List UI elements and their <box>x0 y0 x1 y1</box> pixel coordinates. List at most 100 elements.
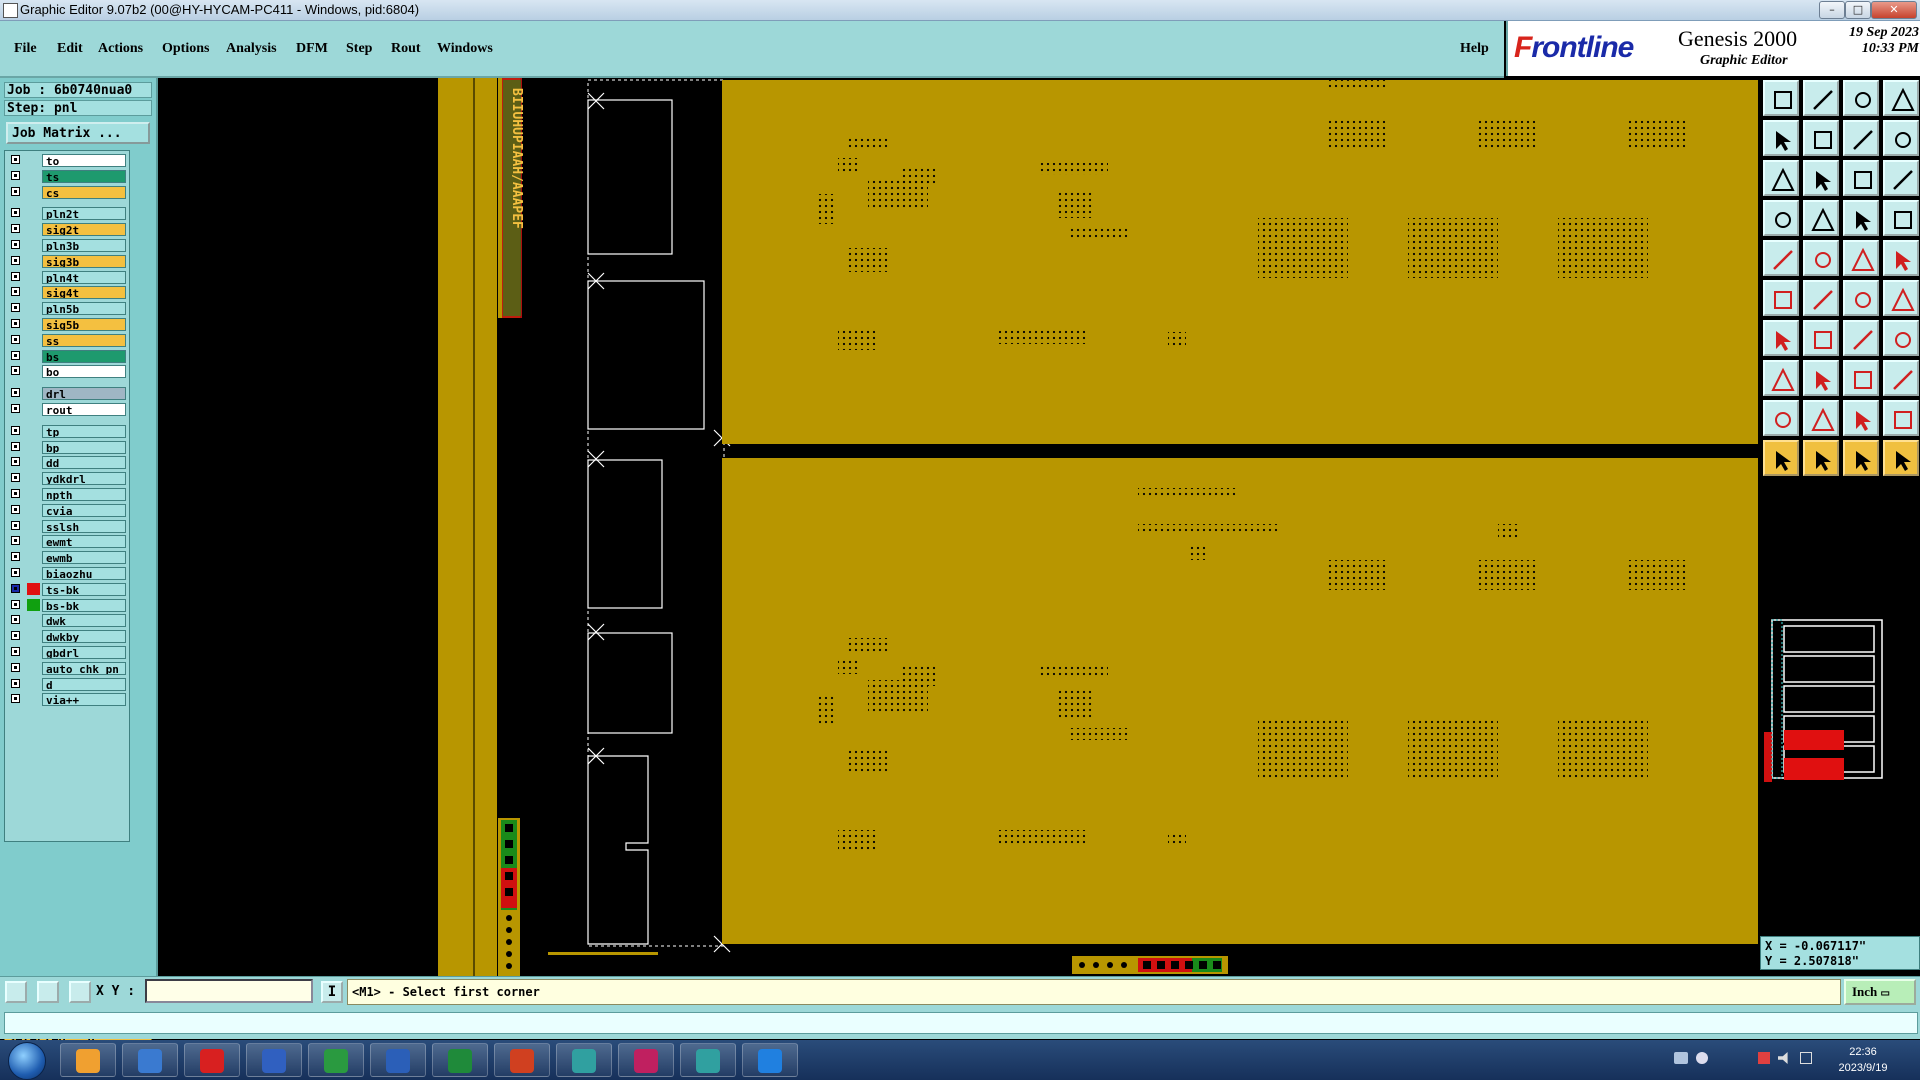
layer-name[interactable]: gbdrl <box>42 646 126 659</box>
layer-name[interactable]: ts-bk <box>42 582 126 596</box>
layer-row[interactable]: cs <box>5 185 129 200</box>
layer-name[interactable]: cs <box>42 185 126 199</box>
select-touch-icon[interactable] <box>1843 440 1879 476</box>
layer-name[interactable]: cvia <box>42 503 126 517</box>
menu-windows[interactable]: Windows <box>437 41 493 57</box>
layer-row[interactable]: ewmb <box>5 550 129 565</box>
layer-row[interactable]: pln3b <box>5 238 129 253</box>
layer-checkbox[interactable] <box>11 271 20 281</box>
copy-icon[interactable] <box>1763 360 1799 396</box>
snap-mode-icon[interactable] <box>5 981 27 1003</box>
layer-compare-icon[interactable] <box>1843 200 1879 236</box>
input-method-icon[interactable] <box>1800 1052 1812 1064</box>
layer-name[interactable]: ss <box>42 333 126 347</box>
menu-analysis[interactable]: Analysis <box>226 41 277 57</box>
zoom-fit-icon[interactable] <box>1763 160 1799 196</box>
layer-name[interactable]: sslsh <box>42 519 126 533</box>
eye2-icon[interactable] <box>680 1043 736 1077</box>
layer-checkbox[interactable] <box>11 350 20 360</box>
layer-checkbox[interactable] <box>11 473 20 483</box>
layer-checkbox[interactable] <box>11 240 20 249</box>
layer-name[interactable]: sig3b <box>42 254 126 268</box>
text-a-shape-icon[interactable] <box>1883 400 1919 436</box>
layer-checkbox[interactable] <box>11 303 20 313</box>
taskbar-clock[interactable]: 22:36 2023/9/19 <box>1818 1044 1908 1076</box>
layer-row[interactable]: ts-bk <box>5 582 129 597</box>
layer-row[interactable]: sig4t <box>5 285 129 300</box>
phone-icon[interactable] <box>308 1043 364 1077</box>
slope-icon[interactable] <box>1763 320 1799 356</box>
layer-row[interactable]: cvia <box>5 503 129 518</box>
mirror-icon[interactable] <box>1843 120 1879 156</box>
layer-row[interactable]: dwk <box>5 613 129 628</box>
floppy-icon[interactable] <box>246 1043 302 1077</box>
layer-checkbox[interactable] <box>11 552 20 562</box>
layer-row[interactable]: d <box>5 677 129 692</box>
layer-name[interactable]: bp <box>42 440 126 454</box>
menu-dfm[interactable]: DFM <box>296 41 328 57</box>
layer-row[interactable]: pln2t <box>5 206 129 221</box>
layer-name[interactable]: bs-bk <box>42 598 126 612</box>
layer-name[interactable]: sig2t <box>42 223 126 237</box>
layer-row[interactable]: gbdrl <box>5 645 129 660</box>
layer-checkbox[interactable] <box>11 208 20 218</box>
layer-checkbox[interactable] <box>11 425 20 435</box>
layer-checkbox[interactable] <box>11 694 20 704</box>
layer-checkbox[interactable] <box>11 615 20 625</box>
layer-name[interactable]: ydkdrl <box>42 472 126 486</box>
word-icon[interactable] <box>370 1043 426 1077</box>
layer-row[interactable]: pln4t <box>5 270 129 285</box>
layer-checkbox[interactable] <box>11 631 20 641</box>
maximize-button[interactable]: □ <box>1845 1 1871 19</box>
layer-checkbox[interactable] <box>11 583 20 593</box>
home-icon[interactable] <box>1843 80 1879 116</box>
layer-checkbox[interactable] <box>11 366 20 376</box>
move-layer-icon[interactable] <box>1763 80 1799 116</box>
job-matrix-button[interactable]: Job Matrix ... <box>6 122 150 144</box>
layer-checkbox[interactable] <box>11 457 20 467</box>
layer-name[interactable]: bs <box>42 349 126 363</box>
layer-checkbox[interactable] <box>11 678 20 688</box>
select-box-icon[interactable] <box>1803 440 1839 476</box>
layer-row[interactable]: sslsh <box>5 519 129 534</box>
layer-row[interactable]: via++ <box>5 692 129 707</box>
layer-checkbox[interactable] <box>11 255 20 265</box>
layer-checkbox[interactable] <box>11 170 20 180</box>
graphic-canvas[interactable]: BIIUHUPIAAH/AAAPEF <box>158 78 1758 976</box>
layer-row[interactable]: sig2t <box>5 222 129 237</box>
ruler-icon[interactable] <box>1843 240 1879 276</box>
dimension-icon[interactable] <box>1843 360 1879 396</box>
layer-name[interactable]: pln2t <box>42 207 126 221</box>
minus-icon[interactable] <box>1803 360 1839 396</box>
triangle-icon[interactable] <box>1763 400 1799 436</box>
layer-name[interactable]: pln3b <box>42 239 126 252</box>
notepad-icon[interactable] <box>122 1043 178 1077</box>
layer-name[interactable]: drl <box>42 387 126 401</box>
layer-row[interactable]: drl <box>5 386 129 401</box>
layer-row[interactable]: to <box>5 153 129 168</box>
layer-checkbox[interactable] <box>11 568 20 577</box>
layer-row[interactable]: bs <box>5 349 129 364</box>
layer-name[interactable]: ts <box>42 169 126 183</box>
layer-name[interactable]: rout <box>42 403 126 416</box>
layer-checkbox[interactable] <box>11 404 20 413</box>
layer-checkbox[interactable] <box>11 441 20 451</box>
unit-selector[interactable]: Inch ▭ <box>1844 979 1916 1005</box>
line-icon[interactable] <box>1803 320 1839 356</box>
layer-checkbox[interactable] <box>11 186 20 196</box>
layer-row[interactable]: tp <box>5 424 129 439</box>
zoom-area-icon[interactable] <box>1803 160 1839 196</box>
layer-row[interactable]: biaozhu <box>5 566 129 581</box>
layer-row[interactable]: ts <box>5 169 129 184</box>
layer-name[interactable]: d <box>42 677 126 691</box>
shell-icon[interactable] <box>60 1043 116 1077</box>
layer-name[interactable]: npth <box>42 488 126 501</box>
menu-step[interactable]: Step <box>346 41 372 57</box>
layer-row[interactable]: bp <box>5 440 129 455</box>
redo-icon[interactable] <box>184 1043 240 1077</box>
layer-row[interactable]: bs-bk <box>5 598 129 613</box>
eye-icon[interactable] <box>556 1043 612 1077</box>
menu-file[interactable]: File <box>14 41 37 57</box>
save-icon[interactable] <box>1803 80 1839 116</box>
layer-row[interactable]: dd <box>5 455 129 470</box>
